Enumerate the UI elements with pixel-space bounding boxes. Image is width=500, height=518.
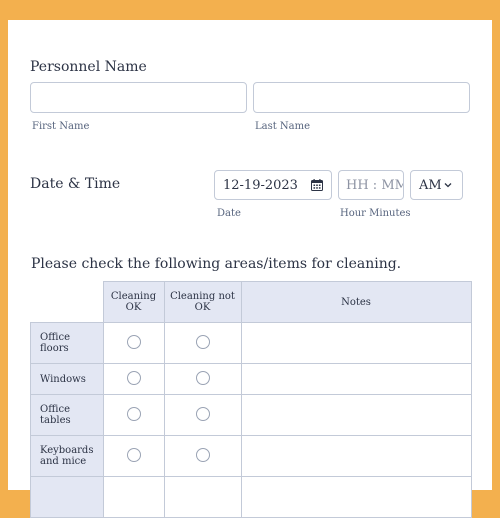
row-header-line: and mice — [40, 456, 87, 467]
row-header-windows: Windows — [30, 363, 104, 395]
row-header-line: floors — [40, 343, 69, 354]
time-placeholder: HH : MM — [346, 177, 404, 193]
row-header-keyboards-and-mice: Keyboards and mice — [30, 435, 104, 477]
column-header-line: Cleaning not — [170, 291, 235, 302]
column-header-cleaning-ok: Cleaning OK — [102, 281, 165, 323]
row-header-line: tables — [40, 415, 71, 426]
table-row: Office tables — [30, 394, 472, 436]
form-card: Personnel Name First Name Last Name Date… — [8, 20, 492, 518]
radio-cleaning-ok[interactable] — [126, 447, 141, 462]
corner-cell — [30, 281, 103, 323]
last-name-sublabel: Last Name — [255, 121, 311, 132]
column-header-notes: Notes — [240, 281, 472, 323]
radio-cleaning-ok[interactable] — [126, 406, 141, 421]
last-name-input[interactable] — [253, 82, 470, 113]
row-header-office-floors: Office floors — [30, 322, 104, 364]
ampm-select[interactable]: AM — [410, 170, 463, 200]
row-header-line: Windows — [40, 373, 86, 385]
column-header-line: OK — [194, 302, 211, 313]
row-header-office-tables: Office tables — [30, 394, 104, 436]
chevron-down-icon — [444, 183, 452, 188]
top-accent-bar — [0, 0, 500, 20]
notes-field[interactable] — [240, 322, 472, 364]
date-input[interactable]: 12-19-2023 — [214, 170, 332, 200]
first-name-input[interactable] — [30, 82, 247, 113]
calendar-icon[interactable] — [311, 179, 323, 191]
date-sublabel: Date — [217, 208, 241, 219]
date-value: 12-19-2023 — [223, 177, 298, 193]
row-header-line: Office — [40, 404, 71, 415]
notes-field[interactable] — [240, 394, 472, 436]
time-sublabel: Hour Minutes — [340, 208, 411, 219]
radio-cleaning-not-ok[interactable] — [195, 370, 210, 385]
radio-cleaning-not-ok[interactable] — [195, 447, 210, 462]
table-row: Windows — [30, 363, 472, 395]
cleaning-checklist-table: Cleaning OK Cleaning not OK Notes Office… — [30, 281, 472, 518]
row-header-line: Keyboards — [40, 445, 94, 456]
radio-cleaning-ok[interactable] — [126, 334, 141, 349]
date-time-label: Date & Time — [30, 176, 121, 192]
first-name-sublabel: First Name — [32, 121, 90, 132]
radio-cleaning-ok[interactable] — [126, 370, 141, 385]
row-header-line: Office — [40, 332, 71, 343]
radio-cleaning-not-ok[interactable] — [195, 406, 210, 421]
row-header-partial — [30, 476, 104, 518]
column-header-line: Cleaning — [110, 291, 157, 302]
table-row: Office floors — [30, 322, 472, 364]
notes-field[interactable] — [240, 435, 472, 477]
radio-cleaning-not-ok[interactable] — [195, 334, 210, 349]
checklist-question: Please check the following areas/items f… — [31, 256, 402, 272]
table-row — [30, 476, 472, 518]
time-input[interactable]: HH : MM — [338, 170, 404, 200]
ampm-value: AM — [419, 177, 442, 193]
column-header-line: OK — [125, 302, 142, 313]
column-header-line: Notes — [341, 296, 371, 308]
column-header-cleaning-not-ok: Cleaning not OK — [163, 281, 242, 323]
notes-field[interactable] — [240, 476, 472, 518]
table-row: Keyboards and mice — [30, 435, 472, 477]
personnel-name-label: Personnel Name — [30, 59, 147, 75]
notes-field[interactable] — [240, 363, 472, 395]
